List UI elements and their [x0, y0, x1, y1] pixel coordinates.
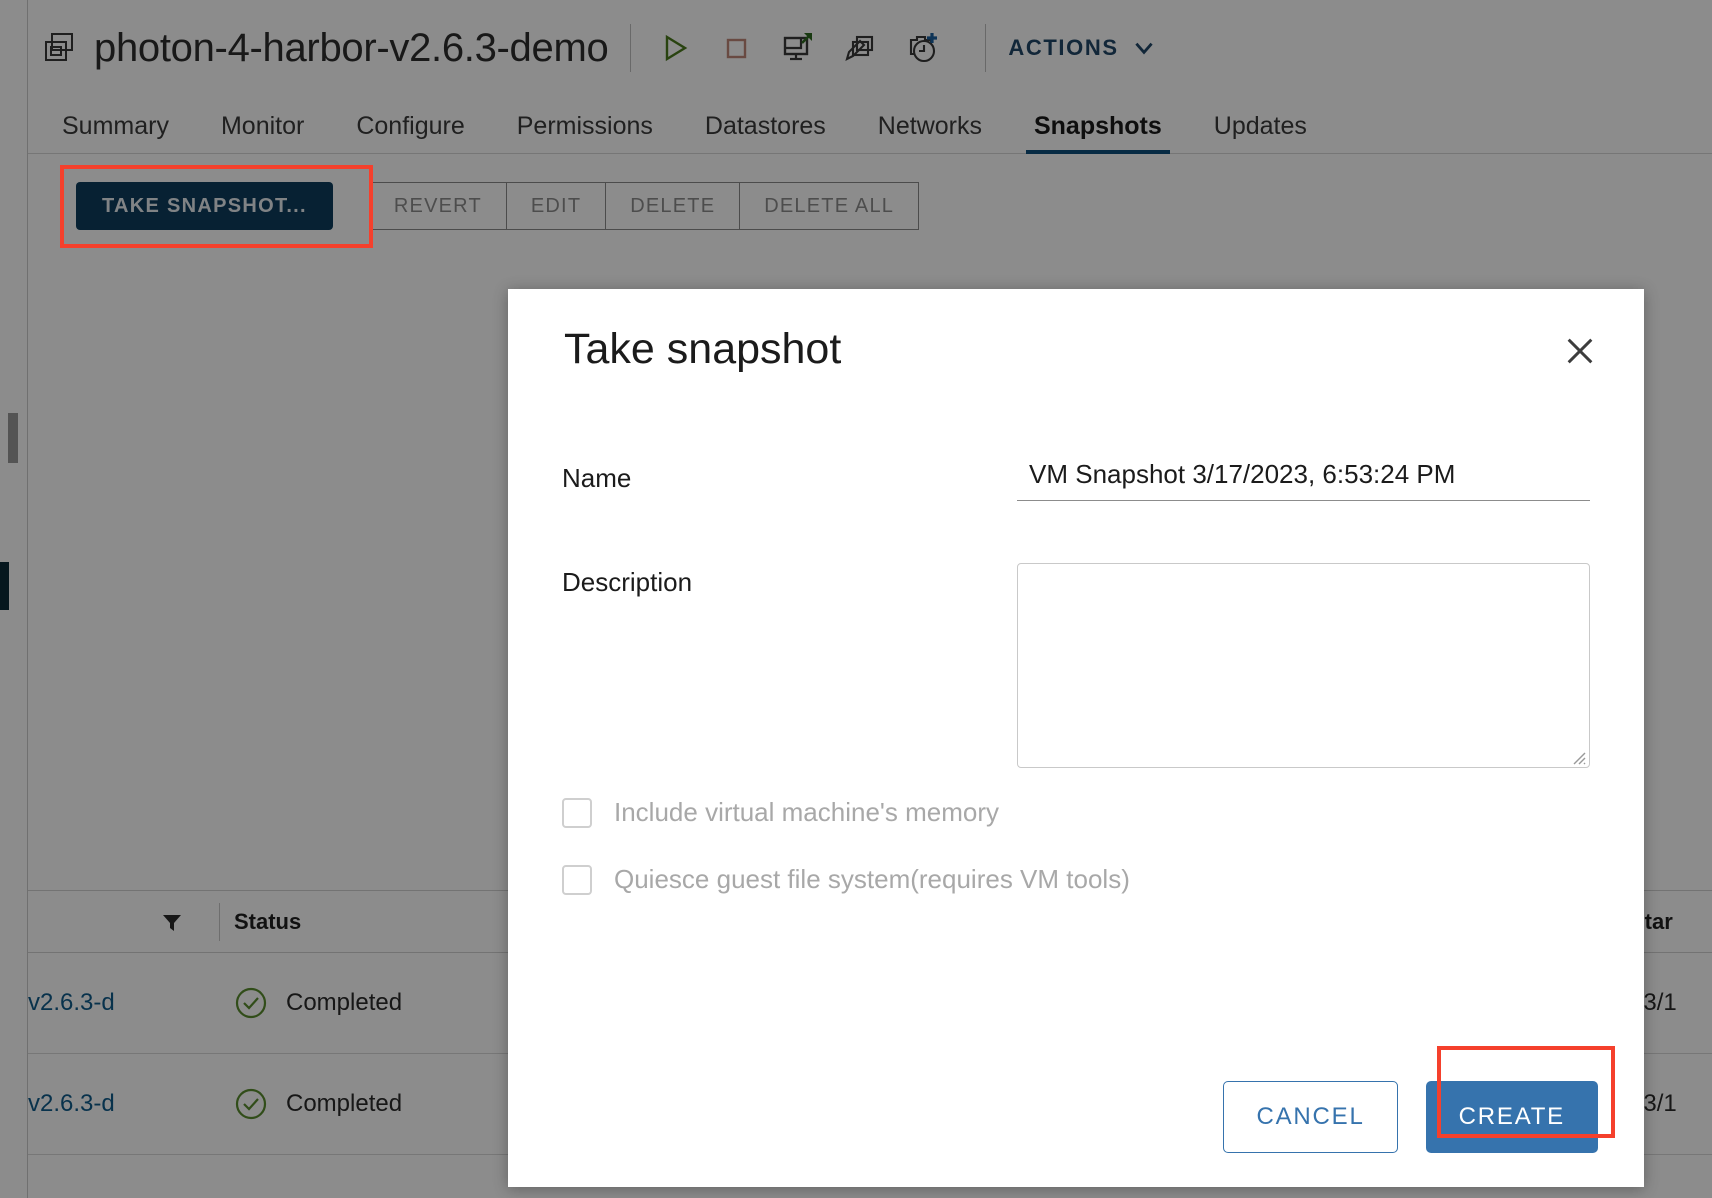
name-field-row: Name: [508, 459, 1644, 501]
dialog-title: Take snapshot: [564, 325, 842, 373]
dialog-checkbox-group: Include virtual machine's memory Quiesce…: [562, 797, 1130, 931]
take-snapshot-dialog: Take snapshot Name Description: [508, 289, 1644, 1187]
dialog-footer: CANCEL CREATE: [508, 1047, 1644, 1187]
dialog-form: Name Description: [508, 459, 1644, 768]
close-icon[interactable]: [1558, 329, 1602, 373]
description-label: Description: [562, 567, 693, 597]
quiesce-checkbox[interactable]: [562, 864, 592, 895]
create-button[interactable]: CREATE: [1425, 1081, 1598, 1153]
include-memory-row[interactable]: Include virtual machine's memory: [562, 797, 1130, 828]
name-label: Name: [562, 463, 632, 493]
quiesce-label: Quiesce guest file system(requires VM to…: [614, 864, 1130, 894]
snapshot-description-input[interactable]: [1017, 563, 1590, 768]
cancel-button[interactable]: CANCEL: [1223, 1081, 1398, 1153]
snapshot-name-input[interactable]: [1017, 459, 1590, 501]
quiesce-row[interactable]: Quiesce guest file system(requires VM to…: [562, 864, 1130, 895]
application-root: photon-4-harbor-v2.6.3-demo ACTIONS Summ…: [0, 0, 1712, 1198]
description-field-row: Description: [508, 563, 1644, 768]
resize-handle-icon[interactable]: [1568, 747, 1586, 765]
include-memory-checkbox[interactable]: [562, 797, 592, 828]
include-memory-label: Include virtual machine's memory: [614, 797, 999, 827]
